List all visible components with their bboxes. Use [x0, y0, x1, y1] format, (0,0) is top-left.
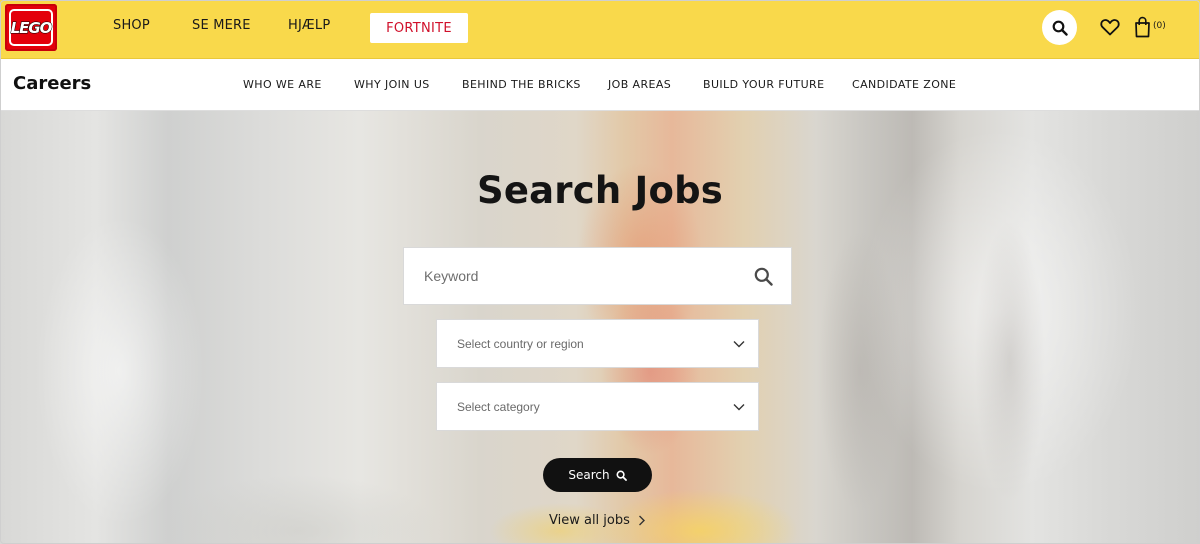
keyword-field[interactable]: [403, 247, 792, 305]
hero-section: Search Jobs Select country or region Sel…: [0, 111, 1200, 544]
lego-logo[interactable]: LEGO: [5, 4, 57, 51]
topnav-se-mere[interactable]: SE MERE: [192, 18, 251, 33]
subnav-behind-the-bricks[interactable]: BEHIND THE BRICKS: [462, 78, 581, 91]
top-header: LEGO SHOP SE MERE HJÆLP FORTNITE (0): [0, 0, 1200, 59]
country-select-label: Select country or region: [457, 336, 584, 351]
search-button[interactable]: Search: [543, 458, 652, 492]
careers-title[interactable]: Careers: [13, 73, 91, 94]
search-icon: [616, 469, 627, 481]
view-all-jobs-label: View all jobs: [549, 513, 630, 528]
subnav-build-your-future[interactable]: BUILD YOUR FUTURE: [703, 78, 824, 91]
keyword-input[interactable]: [424, 268, 724, 284]
subnav-job-areas[interactable]: JOB AREAS: [608, 78, 671, 91]
subnav-candidate-zone[interactable]: CANDIDATE ZONE: [852, 78, 956, 91]
search-icon[interactable]: [754, 267, 773, 286]
careers-nav: Careers WHO WE ARE WHY JOIN US BEHIND TH…: [0, 59, 1200, 111]
category-select[interactable]: Select category: [436, 382, 759, 431]
subnav-who-we-are[interactable]: WHO WE ARE: [243, 78, 322, 91]
header-search-button[interactable]: [1042, 10, 1077, 45]
topnav-shop[interactable]: SHOP: [113, 18, 150, 33]
bag-icon[interactable]: [1134, 16, 1151, 38]
heart-icon[interactable]: [1100, 18, 1120, 36]
category-select-label: Select category: [457, 399, 540, 414]
chevron-down-icon: [733, 404, 745, 411]
chevron-down-icon: [733, 341, 745, 348]
search-icon: [1052, 20, 1068, 36]
logo-text: LEGO: [10, 18, 53, 37]
search-button-label: Search: [568, 468, 610, 482]
subnav-why-join-us[interactable]: WHY JOIN US: [354, 78, 430, 91]
country-select[interactable]: Select country or region: [436, 319, 759, 368]
chevron-right-icon: [638, 515, 645, 526]
bag-count: (0): [1153, 21, 1166, 31]
view-all-jobs-link[interactable]: View all jobs: [549, 513, 645, 528]
fortnite-button[interactable]: FORTNITE: [370, 13, 468, 43]
topnav-hjaelp[interactable]: HJÆLP: [288, 18, 330, 33]
logo-frame: LEGO: [9, 9, 53, 46]
page-title: Search Jobs: [476, 169, 723, 212]
